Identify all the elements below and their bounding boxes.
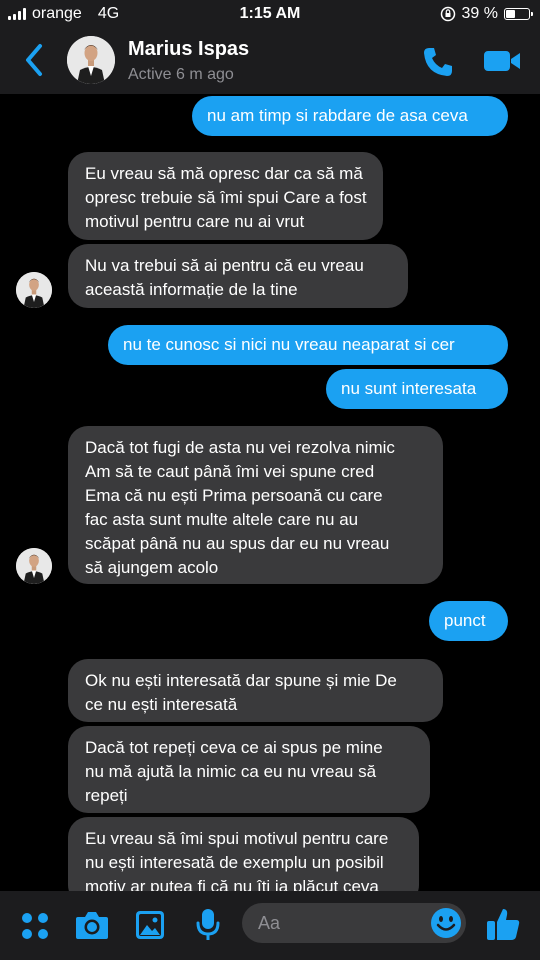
message-bubble-outgoing[interactable]: nu am timp si rabdare de asa ceva bbox=[192, 96, 508, 136]
conversation-header: Marius Ispas Active 6 m ago bbox=[0, 28, 540, 94]
orientation-lock-icon bbox=[440, 6, 455, 22]
person-photo-icon bbox=[67, 36, 115, 84]
message-bubble-incoming[interactable]: Eu vreau să mă opresc dar ca să mă opres… bbox=[68, 152, 383, 240]
message-text: nu am timp si rabdare de asa ceva bbox=[207, 106, 468, 125]
message-input[interactable] bbox=[258, 903, 408, 943]
person-photo-icon bbox=[16, 548, 52, 584]
message-line: Ok nu ești interesată dar spune și mie D… bbox=[85, 671, 397, 690]
message-line: Eu vreau să îmi spui motivul pentru care bbox=[85, 829, 389, 848]
message-bubble-outgoing[interactable]: punct bbox=[429, 601, 508, 641]
message-line: fac asta sunt multe altele care nu au bbox=[85, 510, 359, 529]
phone-icon[interactable] bbox=[420, 44, 456, 80]
message-composer[interactable] bbox=[242, 903, 466, 943]
message-bubble-incoming[interactable]: Nu va trebui să ai pentru că eu vreau ac… bbox=[68, 244, 408, 308]
message-line: să ajungem acolo bbox=[85, 558, 219, 577]
message-line: nu mă ajută la nimic ca eu nu vreau să bbox=[85, 762, 377, 781]
battery-percent: 39 % bbox=[461, 5, 498, 22]
emoji-icon[interactable] bbox=[430, 907, 462, 939]
sender-avatar[interactable] bbox=[16, 548, 52, 584]
message-line: scăpat până nu au spus dar eu nu vreau bbox=[85, 534, 390, 553]
thumbs-up-icon[interactable] bbox=[484, 905, 522, 943]
message-bubble-outgoing[interactable]: nu sunt interesata bbox=[326, 369, 508, 409]
message-line: Am să te caut până îmi vei spune cred bbox=[85, 462, 375, 481]
microphone-icon[interactable] bbox=[195, 907, 221, 943]
message-bubble-incoming[interactable]: Ok nu ești interesată dar spune și mie D… bbox=[68, 659, 443, 722]
message-line: Ema că nu ești Prima persoană cu care bbox=[85, 486, 383, 505]
message-line: Dacă tot repeți ceva ce ai spus pe mine bbox=[85, 738, 383, 757]
contact-name: Marius Ispas bbox=[128, 38, 250, 60]
composer-bar bbox=[0, 891, 540, 960]
sender-avatar[interactable] bbox=[16, 272, 52, 308]
message-text: nu sunt interesata bbox=[341, 379, 477, 398]
message-line: opresc trebuie să îmi spui Care a fost bbox=[85, 188, 367, 207]
message-line: Nu va trebui să ai pentru că eu vreau bbox=[85, 256, 364, 275]
message-line: repeți bbox=[85, 786, 128, 805]
message-bubble-incoming[interactable]: Dacă tot fugi de asta nu vei rezolva nim… bbox=[68, 426, 443, 584]
message-line: această informație de la tine bbox=[85, 280, 298, 299]
gallery-icon[interactable] bbox=[134, 909, 166, 941]
message-text: punct bbox=[444, 611, 486, 630]
message-bubble-incoming[interactable]: Dacă tot repeți ceva ce ai spus pe mine … bbox=[68, 726, 430, 813]
contact-avatar[interactable] bbox=[67, 36, 115, 84]
message-line: motivul pentru care nu ai vrut bbox=[85, 212, 305, 231]
message-line: nu ești interesată de exemplu un posibil bbox=[85, 853, 384, 872]
status-right: 39 % bbox=[440, 5, 533, 23]
message-line: Eu vreau să mă opresc dar ca să mă bbox=[85, 164, 363, 183]
video-camera-icon[interactable] bbox=[482, 46, 522, 76]
message-line: Dacă tot fugi de asta nu vei rezolva nim… bbox=[85, 438, 395, 457]
battery-icon bbox=[504, 8, 533, 20]
person-photo-icon bbox=[16, 272, 52, 308]
contact-active-status: Active 6 m ago bbox=[128, 66, 234, 83]
message-line: ce nu ești interesată bbox=[85, 695, 238, 714]
back-chevron-icon[interactable] bbox=[20, 42, 50, 78]
apps-grid-icon[interactable] bbox=[20, 911, 50, 941]
message-bubble-outgoing[interactable]: nu te cunosc si nici nu vreau neaparat s… bbox=[108, 325, 508, 365]
message-text: nu te cunosc si nici nu vreau neaparat s… bbox=[123, 335, 455, 354]
status-bar: orange 4G 1:15 AM 39 % bbox=[0, 0, 540, 28]
camera-icon[interactable] bbox=[74, 909, 110, 941]
